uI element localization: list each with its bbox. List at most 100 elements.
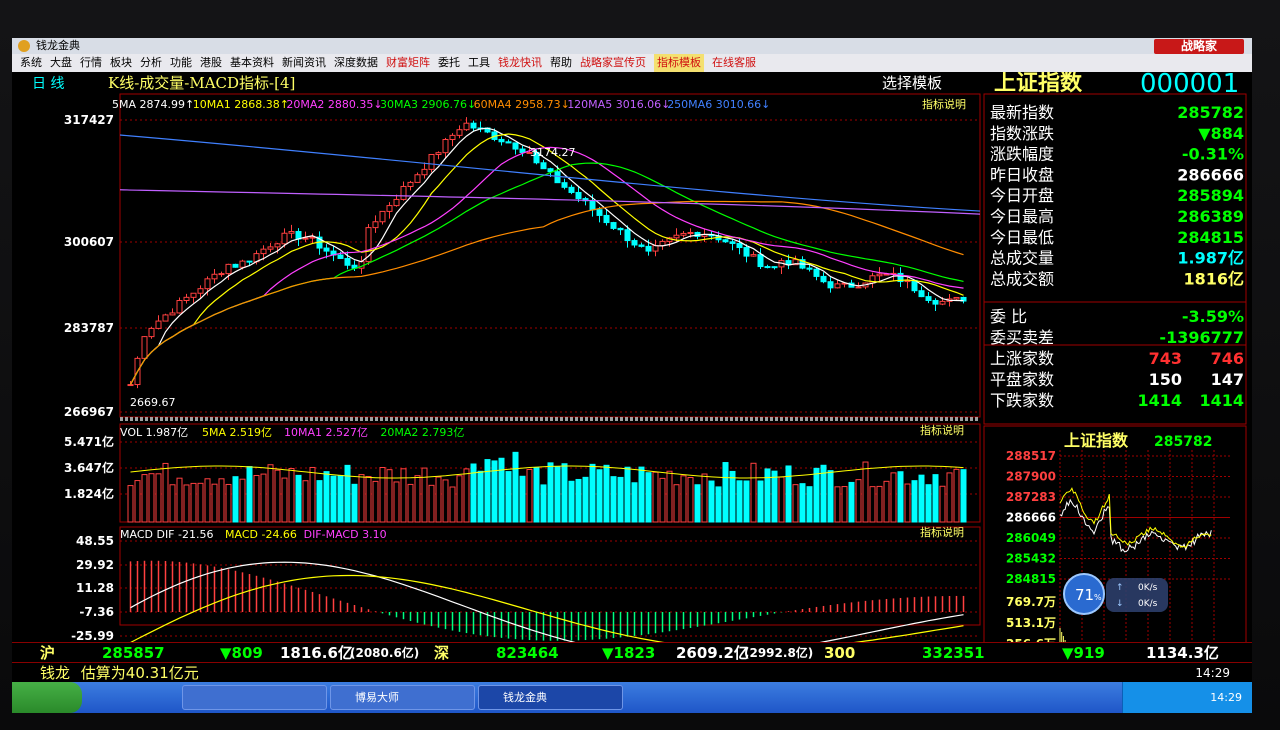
menu-item-7[interactable]: 基本资料 [230,54,274,72]
candle-body [197,288,204,294]
volume-axis-label: 5.471亿 [64,434,114,449]
ma-legend-4: 60MA4 2958.73↓ [474,98,570,111]
volume-bar [288,468,295,523]
ticker-field-3: 1816.6亿 [280,644,353,662]
candle-body [239,260,246,268]
candle-body [547,168,554,173]
candle-body [176,299,183,314]
ma20-line [129,146,964,385]
menu-item-3[interactable]: 板块 [110,54,132,72]
volume-bar [743,480,750,523]
volume-bar [659,477,666,523]
menu-item-11[interactable]: 委托 [438,54,460,72]
menu-item-16[interactable]: 指标模板 [654,54,704,72]
menu-item-4[interactable]: 分析 [140,54,162,72]
estimate-text: 估算为40.31亿元 [80,664,199,682]
menu-item-1[interactable]: 大盘 [50,54,72,72]
menu-item-12[interactable]: 工具 [468,54,490,72]
system-tray: 14:29 [1122,682,1252,713]
volume-bar [617,476,624,523]
ticker-field-8: 2609.2亿 [676,644,749,662]
volume-bar [162,462,169,523]
taskbar-item-qianlong[interactable]: 钱龙金典 [478,685,623,710]
candle-body [428,153,435,170]
candle-body [806,267,813,270]
volume-bar [897,471,904,523]
volume-bar [400,468,407,523]
menu-item-13[interactable]: 钱龙快讯 [498,54,542,72]
price-panel-frame [119,93,981,418]
tray-clock: 14:29 [1210,691,1242,704]
ticker-field-4: (2080.6亿) [350,646,420,660]
volume-bar [393,481,400,523]
volume-bar [722,462,729,523]
volume-axis-label: 3.647亿 [64,460,114,475]
macd-legend-0: MACD DIF -21.56 [120,528,213,541]
volume-bar [645,472,652,523]
candle-body [442,139,449,154]
menu-item-15[interactable]: 战略家宣传页 [580,54,646,72]
high-annotation: 3174.27 [530,146,576,159]
volume-bar [778,476,785,523]
menu-item-2[interactable]: 行情 [80,54,102,72]
candle-body [155,320,162,329]
volume-bar [904,483,911,523]
taskbar: 博易大师 钱龙金典 14:29 [12,682,1252,713]
candle-body [939,300,946,305]
candle-body [127,384,134,387]
candle-body [575,191,582,200]
volume-bar [372,480,379,523]
candle-body [274,243,281,248]
volume-bar [442,479,449,523]
volume-bar [456,475,463,523]
volume-bar [274,469,281,523]
candle-body [561,182,568,188]
menu-item-17[interactable]: 在线客服 [712,54,756,72]
candle-body [463,122,470,131]
volume-bar [211,483,218,523]
menu-item-0[interactable]: 系统 [20,54,42,72]
candle-body [568,186,575,193]
volume-bar [911,480,918,523]
start-button[interactable] [12,682,82,713]
volume-bar [582,476,589,523]
menu-item-10[interactable]: 财富矩阵 [386,54,430,72]
candle-body [603,214,610,224]
volume-bar [792,484,799,523]
volume-bar [771,470,778,523]
volume-bar [547,462,554,523]
candle-body [183,296,190,301]
taskbar-item-1[interactable] [182,685,327,710]
candle-body [281,232,288,245]
volume-bar [204,478,211,523]
menu-item-9[interactable]: 深度数据 [334,54,378,72]
menu-item-14[interactable]: 帮助 [550,54,572,72]
price-axis-label: 266967 [64,405,114,419]
volume-bar [960,469,967,523]
volume-bar [554,466,561,523]
estimate-label: 钱龙 [40,664,71,682]
candle-body [673,234,680,239]
ma-legend-2: 20MA2 2880.35↓ [286,98,382,111]
macd-axis-label: 11.28 [76,581,114,595]
macd-dea-line [130,574,964,642]
menu-item-5[interactable]: 功能 [170,54,192,72]
ticker-field-2: ▼809 [220,644,263,662]
volume-bar [428,484,435,523]
menu-item-6[interactable]: 港股 [200,54,222,72]
candle-body [554,171,561,184]
volume-bar [225,483,232,523]
ticker-field-9: (2992.8亿) [744,646,814,660]
ticker-field-10: 300 [824,644,856,662]
ticker-field-0: 沪 [40,644,56,662]
candle-body [379,210,386,223]
volume-bar [652,471,659,523]
volume-bar [414,475,421,523]
volume-bar [855,479,862,523]
brand-badge[interactable]: 战略家 [1154,39,1244,54]
volume-bar [519,475,526,523]
taskbar-item-boyi[interactable]: 博易大师 [330,685,475,710]
candle-body [421,168,428,176]
menu-item-8[interactable]: 新闻资讯 [282,54,326,72]
candle-body [218,273,225,276]
